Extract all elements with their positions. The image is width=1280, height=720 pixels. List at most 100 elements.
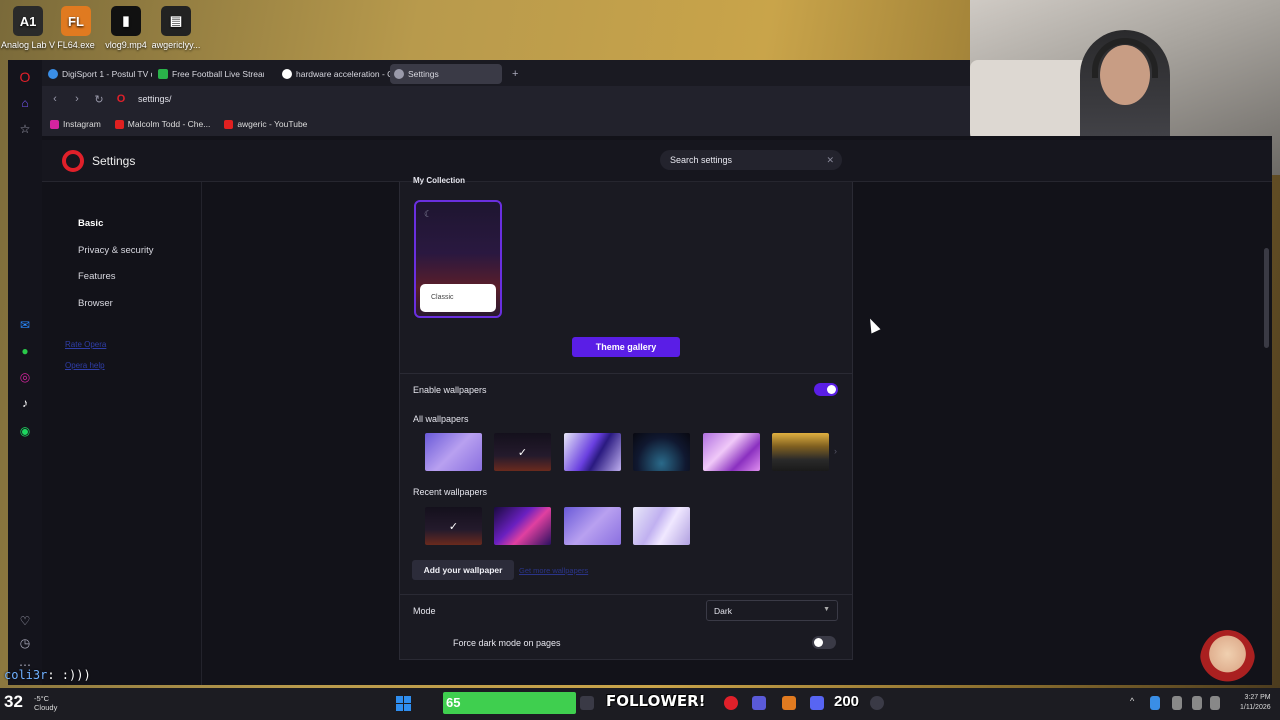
- rate-opera-link[interactable]: Rate Opera: [65, 340, 106, 349]
- checkmark-icon: ✓: [517, 446, 528, 459]
- new-tab-button[interactable]: +: [508, 64, 524, 84]
- whatsapp-icon[interactable]: ●: [16, 342, 34, 360]
- recent-wallpaper-thumb[interactable]: [633, 507, 690, 545]
- force-dark-toggle[interactable]: [812, 636, 836, 649]
- back-icon[interactable]: ‹: [44, 93, 66, 105]
- nav-item-basic[interactable]: Basic: [78, 218, 103, 229]
- youtube-icon: [224, 119, 234, 129]
- all-wallpapers-label: All wallpapers: [413, 414, 469, 424]
- wifi-icon[interactable]: [1210, 696, 1220, 710]
- desktop-icon-vlog9[interactable]: ▮ vlog9.mp4: [98, 6, 154, 50]
- opera-url-icon: O: [116, 93, 126, 105]
- wallpaper-thumb[interactable]: [633, 433, 690, 471]
- weather-widget[interactable]: -5°C Cloudy: [34, 694, 57, 712]
- instagram-icon[interactable]: ◎: [16, 368, 34, 386]
- gear-icon: [394, 69, 404, 79]
- messenger-icon[interactable]: ✉: [16, 316, 34, 334]
- tab-title: hardware acceleration - G: [296, 69, 390, 79]
- instagram-icon: [50, 119, 59, 129]
- home-icon[interactable]: ⌂: [16, 94, 34, 112]
- tab-title: DigiSport 1 - Postul TV de: [62, 69, 152, 79]
- chat-message: : :))): [47, 668, 91, 682]
- divider: [400, 373, 852, 374]
- desktop-icon-awgericlyy[interactable]: ▤ awgericlyy...: [148, 6, 204, 50]
- chat-username: coli3r: [4, 668, 48, 682]
- spotify-icon[interactable]: ◉: [16, 422, 34, 440]
- mode-label: Mode: [413, 606, 436, 616]
- tab-title: Settings: [408, 69, 439, 79]
- recent-wallpaper-thumb[interactable]: [494, 507, 551, 545]
- teams-icon[interactable]: [752, 696, 766, 710]
- opera-logo-icon[interactable]: O: [16, 68, 34, 86]
- chevron-right-icon[interactable]: ›: [834, 446, 837, 456]
- tab-hardware-acceleration[interactable]: hardware acceleration - G: [278, 64, 390, 84]
- search-settings-input[interactable]: Search settings ✕: [660, 150, 842, 170]
- toggle-knob: [814, 638, 823, 647]
- fl-studio-icon[interactable]: [782, 696, 796, 710]
- mode-select[interactable]: Dark ▼: [706, 600, 838, 621]
- opera-taskbar-icon[interactable]: [724, 696, 738, 710]
- opera-help-link[interactable]: Opera help: [65, 361, 105, 370]
- wallpaper-thumb-selected[interactable]: ✓: [494, 433, 551, 471]
- get-more-wallpapers-link[interactable]: Get more wallpapers: [519, 566, 588, 575]
- tab-bar: DigiSport 1 - Postul TV de Free Football…: [42, 60, 970, 86]
- opera-logo-icon: [62, 150, 84, 172]
- bookmarks-bar: Instagram Malcolm Todd - Che... awgeric …: [42, 112, 970, 136]
- bookmark-label: awgeric - YouTube: [237, 119, 308, 129]
- url-field[interactable]: settings/: [138, 94, 172, 104]
- bookmark-label: Malcolm Todd - Che...: [127, 119, 211, 129]
- nav-item-privacy-security[interactable]: Privacy & security: [78, 245, 154, 256]
- clear-search-icon[interactable]: ✕: [826, 155, 834, 166]
- wallpaper-thumb[interactable]: [703, 433, 760, 471]
- tab-digisport[interactable]: DigiSport 1 - Postul TV de: [44, 64, 152, 84]
- star-icon[interactable]: ☆: [16, 120, 34, 138]
- page-title: Settings: [92, 154, 136, 168]
- display-icon[interactable]: [1192, 696, 1202, 710]
- page-scrollbar[interactable]: [1264, 248, 1269, 348]
- nav-item-browser[interactable]: Browser: [78, 298, 113, 309]
- cartoon-avatar: [1200, 630, 1255, 690]
- recent-wallpaper-thumb-selected[interactable]: ✓: [425, 507, 482, 545]
- tiktok-icon[interactable]: ♪: [16, 394, 34, 412]
- forward-icon[interactable]: ›: [66, 93, 88, 105]
- windows-start-icon[interactable]: [396, 696, 411, 711]
- enable-wallpapers-toggle[interactable]: [814, 383, 838, 396]
- recent-wallpaper-thumb[interactable]: [564, 507, 621, 545]
- video-file-icon: ▤: [161, 6, 191, 36]
- bookmark-label: Instagram: [63, 119, 101, 129]
- bookmark-malcolm-todd[interactable]: Malcolm Todd - Che...: [114, 119, 211, 129]
- taskview-icon[interactable]: [580, 696, 594, 710]
- onedrive-icon[interactable]: [1150, 696, 1160, 710]
- bookmark-instagram[interactable]: Instagram: [50, 119, 101, 129]
- tab-title: Free Football Live Streami: [172, 69, 264, 79]
- webcam-bed: [970, 60, 1090, 140]
- force-dark-label: Force dark mode on pages: [453, 638, 561, 648]
- enable-wallpapers-label: Enable wallpapers: [413, 385, 487, 395]
- obs-icon[interactable]: [870, 696, 884, 710]
- history-icon[interactable]: ◷: [16, 634, 34, 652]
- desktop-icon-label: awgericlyy...: [151, 40, 201, 50]
- wallpaper-thumb[interactable]: [564, 433, 621, 471]
- opera-sidebar: O ⌂ ☆ ✉ ● ◎ ♪ ◉ ♡ ◷ ⋯: [8, 60, 42, 685]
- tab-settings[interactable]: Settings: [390, 64, 502, 84]
- divider: [400, 594, 852, 595]
- google-favicon-icon: [282, 69, 292, 79]
- chevron-up-icon[interactable]: ^: [1130, 696, 1138, 710]
- wallpaper-thumb[interactable]: [772, 433, 829, 471]
- discord-icon[interactable]: [810, 696, 824, 710]
- clock[interactable]: 3:27 PM 1/11/2026: [1240, 693, 1271, 713]
- followers-goal: 200: [834, 693, 860, 710]
- clock-time: 3:27 PM: [1244, 694, 1271, 701]
- desktop-icon-fl64[interactable]: FL FL64.exe: [48, 6, 104, 50]
- wallpaper-thumb[interactable]: [425, 433, 482, 471]
- microphone-icon[interactable]: [1172, 696, 1182, 710]
- theme-gallery-button[interactable]: Theme gallery: [572, 337, 680, 357]
- add-wallpaper-button[interactable]: Add your wallpaper: [412, 560, 514, 580]
- nav-item-features[interactable]: Features: [78, 271, 116, 282]
- tab-free-football[interactable]: Free Football Live Streami: [154, 64, 264, 84]
- heart-icon[interactable]: ♡: [16, 612, 34, 630]
- reload-icon[interactable]: ↻: [88, 93, 110, 106]
- digisport-favicon-icon: [48, 69, 58, 79]
- bookmark-awgeric-youtube[interactable]: awgeric - YouTube: [224, 119, 307, 129]
- analog-lab-icon: A1: [13, 6, 43, 36]
